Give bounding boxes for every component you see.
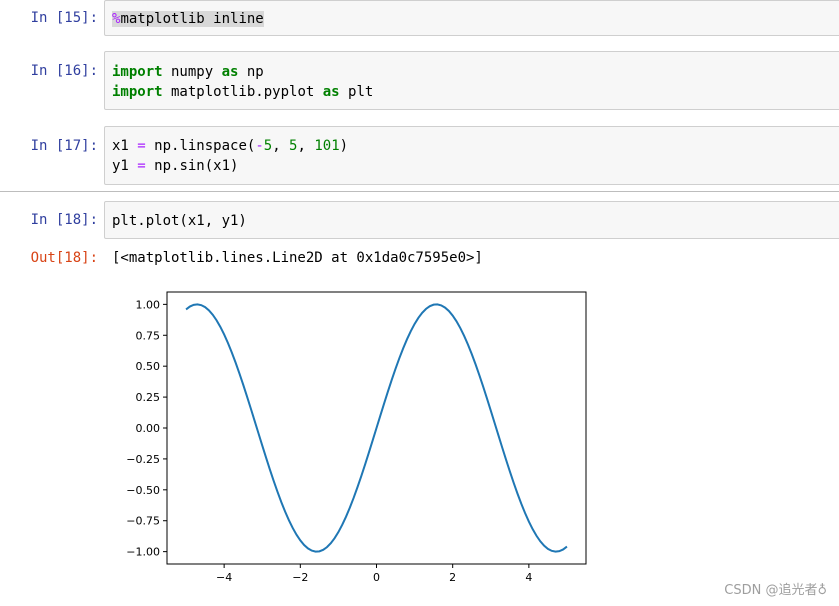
keyword-as: as [221, 64, 239, 80]
variable: x1 [112, 138, 138, 154]
cell-divider [0, 191, 839, 192]
punctuation: , [297, 138, 315, 154]
y-axis-ticks: 1.00 0.75 0.50 0.25 0.00 −0.25 −0.50 −0.75 −1.00 [126, 298, 167, 559]
code-line: y1 = np.sin(x1) [112, 156, 238, 176]
keyword-as: as [322, 84, 340, 100]
operator: = [137, 158, 146, 174]
code-line: import matplotlib.pyplot as plt [112, 82, 373, 102]
code-line: plt.plot(x1, y1) [112, 213, 247, 229]
y-tick-label: −1.00 [126, 546, 160, 559]
x-tick-label: 4 [525, 571, 532, 584]
keyword-import: import [112, 64, 163, 80]
punctuation: , [272, 138, 290, 154]
x-tick-label: −4 [216, 571, 232, 584]
keyword-import: import [112, 84, 163, 100]
magic-text: matplotlib inline [120, 11, 264, 27]
code-cell-15[interactable]: %matplotlib inline [104, 0, 839, 36]
alias-name: plt [339, 84, 374, 100]
code-cell-17[interactable]: x1 = np.linspace(-5, 5, 101) y1 = np.sin… [104, 126, 839, 185]
variable: y1 [112, 158, 138, 174]
operator: - [255, 138, 264, 154]
x-tick-label: 2 [449, 571, 456, 584]
x-tick-label: 0 [373, 571, 380, 584]
y-tick-label: 0.25 [136, 391, 161, 404]
code-cell-18[interactable]: plt.plot(x1, y1) [104, 201, 839, 239]
module-name: numpy [162, 64, 222, 80]
cell-prompt-17: In [17]: [30, 138, 98, 154]
y-tick-label: −0.50 [126, 484, 160, 497]
punctuation: ) [339, 138, 349, 154]
y-tick-label: 0.75 [136, 329, 161, 342]
number: 101 [314, 138, 340, 154]
magic-command: %matplotlib inline [112, 11, 264, 27]
y-tick-label: 1.00 [136, 298, 161, 311]
call: np.linspace( [145, 138, 256, 154]
module-name: matplotlib.pyplot [162, 84, 323, 100]
output-text: [<matplotlib.lines.Line2D at 0x1da0c7595… [112, 250, 483, 266]
code-line: import numpy as np [112, 62, 264, 82]
code-cell-16[interactable]: import numpy as np import matplotlib.pyp… [104, 51, 839, 110]
y-tick-label: −0.75 [126, 515, 160, 528]
cell-prompt-18: In [18]: [30, 212, 98, 228]
alias-name: np [238, 64, 264, 80]
number: 5 [263, 138, 273, 154]
y-tick-label: 0.50 [136, 360, 161, 373]
line-chart: 1.00 0.75 0.50 0.25 0.00 −0.25 −0.50 −0.75 −1.00… [126, 291, 587, 584]
watermark: CSDN @追光者♁ [724, 583, 827, 598]
x-axis-ticks: −4 −2 0 2 4 [216, 564, 532, 584]
call: np.sin(x1) [145, 158, 239, 174]
code-line: %matplotlib inline [112, 9, 264, 29]
sine-series-line [185, 303, 568, 553]
y-tick-label: 0.00 [136, 422, 161, 435]
operator: = [137, 138, 146, 154]
x-tick-label: −2 [292, 571, 308, 584]
output-prompt-18: Out[18]: [30, 250, 98, 266]
cell-prompt-16: In [16]: [30, 63, 98, 79]
code-line: x1 = np.linspace(-5, 5, 101) [112, 136, 348, 156]
y-tick-label: −0.25 [126, 453, 160, 466]
cell-prompt-15: In [15]: [30, 10, 98, 26]
